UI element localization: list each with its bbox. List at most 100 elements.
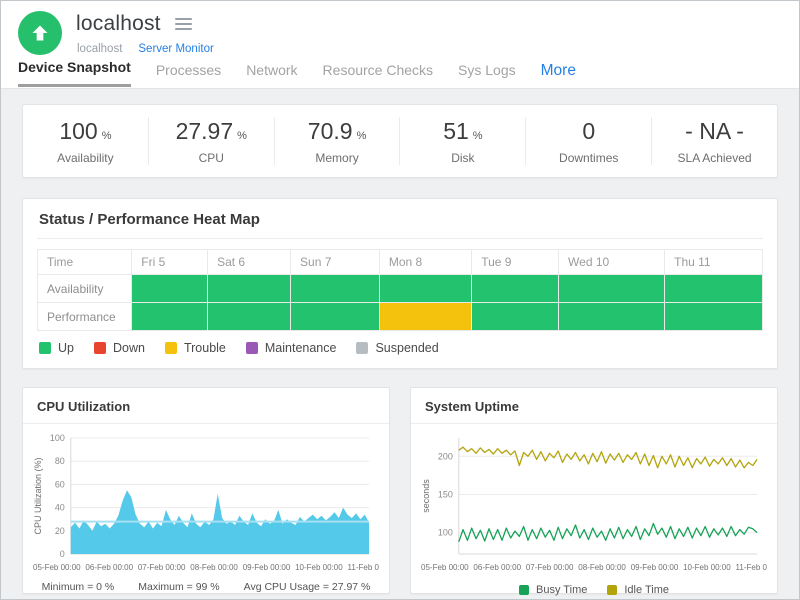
stat-unit: %	[473, 130, 483, 142]
heatmap-cell-performance-fri-5[interactable]	[132, 303, 208, 331]
stat-value: - NA -	[685, 118, 744, 145]
tab-bar: Device Snapshot Processes Network Resource …	[18, 59, 576, 87]
svg-text:150: 150	[438, 489, 453, 499]
stat-value: 100%	[59, 118, 111, 145]
arrow-up-icon	[30, 23, 50, 43]
x-tick-label: 06-Feb 00:00	[85, 563, 133, 572]
stat-unit: %	[102, 130, 112, 142]
svg-text:40: 40	[55, 503, 65, 513]
x-tick-label: 10-Feb 00:00	[295, 563, 343, 572]
uptime-chart-title: System Uptime	[411, 388, 777, 424]
tab-processes[interactable]: Processes	[156, 62, 221, 87]
legend-item-trouble: Trouble	[165, 341, 226, 355]
heatmap-col-sat-6: Sat 6	[208, 250, 291, 275]
svg-text:100: 100	[438, 528, 453, 538]
heatmap-cell-availability-sun-7[interactable]	[291, 275, 380, 303]
stat-number: 100	[59, 118, 97, 145]
svg-text:CPU Utilization (%): CPU Utilization (%)	[33, 458, 43, 535]
stat-label: CPU	[199, 151, 224, 165]
heatmap-cell-availability-mon-8[interactable]	[379, 275, 471, 303]
x-tick-label: 11-Feb 0	[348, 563, 379, 572]
svg-text:seconds: seconds	[421, 479, 431, 513]
stat-sla-achieved: - NA -SLA Achieved	[651, 117, 777, 165]
tab-resource-checks[interactable]: Resource Checks	[323, 62, 434, 87]
tab-network[interactable]: Network	[246, 62, 297, 87]
heatmap-cell-performance-tue-9[interactable]	[472, 303, 559, 331]
breadcrumb: localhost Server Monitor	[77, 43, 214, 55]
heatmap-cell-performance-mon-8[interactable]	[379, 303, 471, 331]
stat-value: 27.97%	[176, 118, 247, 145]
legend-label: Trouble	[184, 341, 226, 355]
legend-swatch-maintenance	[246, 342, 258, 354]
summary-stats-bar: 100%Availability27.97%CPU70.9%Memory51%D…	[22, 104, 778, 178]
heatmap-row-performance: Performance	[38, 303, 763, 331]
cpu-utilization-chart: 020406080100CPU Utilization (%)	[31, 430, 381, 562]
cpu-chart-title: CPU Utilization	[23, 388, 389, 424]
x-tick-label: 06-Feb 00:00	[473, 563, 521, 572]
x-tick-label: 08-Feb 00:00	[190, 563, 238, 572]
heatmap-title: Status / Performance Heat Map	[37, 199, 763, 239]
legend-item-up: Up	[39, 341, 74, 355]
x-tick-label: 07-Feb 00:00	[526, 563, 574, 572]
legend-swatch-trouble	[165, 342, 177, 354]
stat-number: - NA -	[685, 118, 744, 145]
legend-item-maintenance: Maintenance	[246, 341, 337, 355]
stat-cpu: 27.97% CPU	[148, 117, 274, 165]
series-legend-label: Busy Time	[536, 584, 587, 596]
x-tick-label: 09-Feb 00:00	[631, 563, 679, 572]
heatmap-col-time: Time	[38, 250, 132, 275]
legend-swatch-up	[39, 342, 51, 354]
x-tick-label: 08-Feb 00:00	[578, 563, 626, 572]
svg-text:0: 0	[60, 549, 65, 559]
cpu-chart-stats: Minimum = 0 %Maximum = 99 %Avg CPU Usage…	[31, 581, 381, 593]
tab-more[interactable]: More	[541, 62, 576, 89]
stat-number: 51	[443, 118, 469, 145]
legend-item-down: Down	[94, 341, 145, 355]
stat-value: 0	[582, 118, 595, 145]
heatmap-col-wed-10: Wed 10	[559, 250, 665, 275]
system-uptime-card: System Uptime 100150200seconds 05-Feb 00…	[410, 387, 778, 594]
heatmap-cell-performance-sun-7[interactable]	[291, 303, 380, 331]
heatmap-col-sun-7: Sun 7	[291, 250, 380, 275]
heatmap-col-mon-8: Mon 8	[379, 250, 471, 275]
system-uptime-chart: 100150200seconds	[419, 430, 769, 562]
stat-label: Memory	[315, 151, 358, 165]
x-tick-label: 05-Feb 00:00	[33, 563, 81, 572]
stat-number: 0	[582, 118, 595, 145]
cpu-chart-x-labels: 05-Feb 00:00 06-Feb 00:00 07-Feb 00:00 08-F…	[31, 562, 381, 572]
breadcrumb-host: localhost	[77, 43, 122, 55]
heatmap-cell-performance-thu-11[interactable]	[665, 303, 763, 331]
series-swatch-busy-time	[519, 585, 529, 595]
cpu-stat: Avg CPU Usage = 27.97 %	[244, 581, 371, 593]
breadcrumb-monitor-link[interactable]: Server Monitor	[138, 43, 213, 55]
legend-swatch-down	[94, 342, 106, 354]
tab-device-snapshot[interactable]: Device Snapshot	[18, 59, 131, 87]
x-tick-label: 07-Feb 00:00	[138, 563, 186, 572]
heatmap-table: TimeFri 5Sat 6Sun 7Mon 8Tue 9Wed 10Thu 1…	[37, 249, 763, 331]
svg-text:80: 80	[55, 456, 65, 466]
heatmap-col-fri-5: Fri 5	[132, 250, 208, 275]
stat-memory: 70.9%Memory	[274, 117, 400, 165]
heatmap-row-label: Performance	[38, 303, 132, 331]
heatmap-cell-availability-thu-11[interactable]	[665, 275, 763, 303]
heatmap-row-availability: Availability	[38, 275, 763, 303]
heatmap-card: Status / Performance Heat Map TimeFri 5S…	[22, 198, 778, 369]
heatmap-cell-availability-fri-5[interactable]	[132, 275, 208, 303]
svg-text:20: 20	[55, 526, 65, 536]
heatmap-cell-performance-wed-10[interactable]	[559, 303, 665, 331]
svg-text:100: 100	[50, 433, 65, 443]
legend-label: Maintenance	[265, 341, 337, 355]
legend-label: Up	[58, 341, 74, 355]
heatmap-cell-availability-sat-6[interactable]	[208, 275, 291, 303]
menu-icon[interactable]	[173, 16, 194, 32]
heatmap-row-label: Availability	[38, 275, 132, 303]
device-status-icon	[18, 11, 62, 55]
heatmap-cell-availability-wed-10[interactable]	[559, 275, 665, 303]
legend-item-suspended: Suspended	[356, 341, 438, 355]
heatmap-cell-availability-tue-9[interactable]	[472, 275, 559, 303]
heatmap-cell-performance-sat-6[interactable]	[208, 303, 291, 331]
stat-number: 27.97	[176, 118, 234, 145]
cpu-stat: Minimum = 0 %	[42, 581, 115, 593]
stat-label: Downtimes	[559, 151, 618, 165]
tab-sys-logs[interactable]: Sys Logs	[458, 62, 516, 87]
